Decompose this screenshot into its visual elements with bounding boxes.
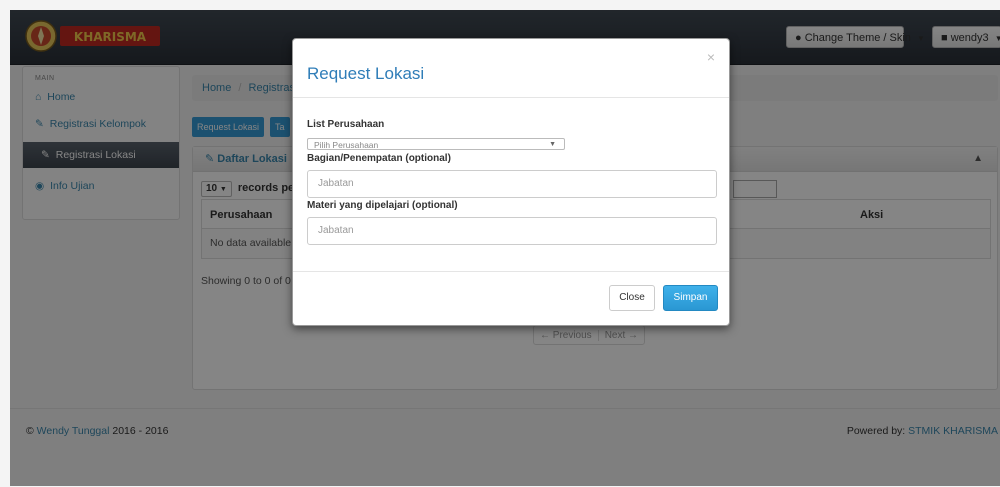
close-button[interactable]: Close (609, 285, 655, 311)
company-label: List Perusahaan (307, 119, 385, 130)
material-placeholder: Jabatan (318, 225, 354, 236)
company-select[interactable]: Pilih Perusahaan ▼ (307, 138, 565, 150)
material-label: Materi yang dipelajari (optional) (307, 200, 458, 211)
close-icon[interactable]: × (707, 49, 715, 65)
company-select-placeholder: Pilih Perusahaan (314, 140, 379, 150)
division-placeholder: Jabatan (318, 178, 354, 189)
material-input[interactable]: Jabatan (307, 217, 717, 245)
modal-title: Request Lokasi (307, 64, 425, 83)
chevron-down-icon: ▼ (549, 141, 556, 148)
modal-footer-divider (293, 271, 729, 272)
division-input[interactable]: Jabatan (307, 170, 717, 198)
request-lokasi-modal: × Request Lokasi List Perusahaan Pilih P… (292, 38, 730, 326)
modal-header-divider (293, 97, 729, 98)
save-button[interactable]: Simpan (663, 285, 718, 311)
division-label: Bagian/Penempatan (optional) (307, 153, 451, 164)
